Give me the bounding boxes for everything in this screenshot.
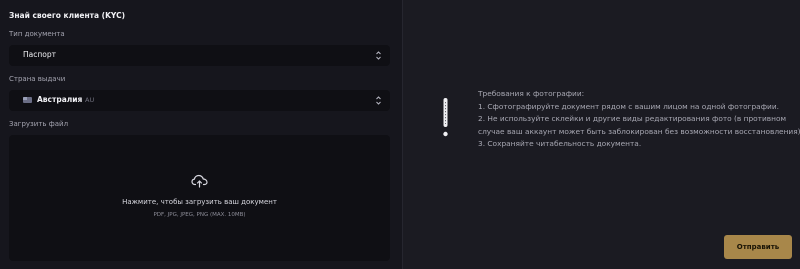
chevron-up-down-icon [376, 51, 381, 60]
photo-requirements: Требования к фотографии: 1. Сфотографиру… [478, 88, 800, 151]
requirement-item: 3. Сохраняйте читабельность документа. [478, 139, 642, 149]
chevron-up-down-icon [376, 96, 381, 105]
upload-dropzone[interactable]: Нажмите, чтобы загрузить ваш документ PD… [9, 135, 390, 261]
upload-prompt: Нажмите, чтобы загрузить ваш документ [122, 198, 277, 206]
document-type-label: Тип документа [9, 30, 65, 38]
requirement-item: 1. Сфотографируйте документ рядом с ваши… [478, 101, 779, 111]
kyc-form-panel: Знай своего клиента (KYC) Тип документа … [0, 0, 402, 269]
requirement-item: 2. Не используйте склейки и другие виды … [478, 114, 787, 124]
country-name: Австралия [37, 95, 83, 104]
exclamation-icon [443, 98, 448, 137]
upload-formats: PDF, JPG, JPEG, PNG (MAX. 10MB) [153, 212, 246, 218]
submit-button[interactable]: Отправить [724, 235, 792, 259]
kyc-page: Знай своего клиента (KYC) Тип документа … [0, 0, 800, 269]
document-type-select[interactable]: Паспорт [9, 45, 390, 66]
country-select[interactable]: Австралия AU [9, 90, 390, 111]
australia-flag-icon [23, 97, 32, 103]
upload-label: Загрузить файл [9, 120, 69, 128]
country-label: Страна выдачи [9, 75, 66, 83]
document-type-value: Паспорт [23, 50, 56, 59]
requirements-title: Требования к фотографии: [478, 89, 585, 98]
requirement-item: случае ваш аккаунт может быть заблокиров… [478, 126, 800, 136]
form-title: Знай своего клиента (KYC) [9, 11, 126, 20]
cloud-upload-icon [191, 174, 208, 188]
country-code: AU [85, 95, 95, 104]
